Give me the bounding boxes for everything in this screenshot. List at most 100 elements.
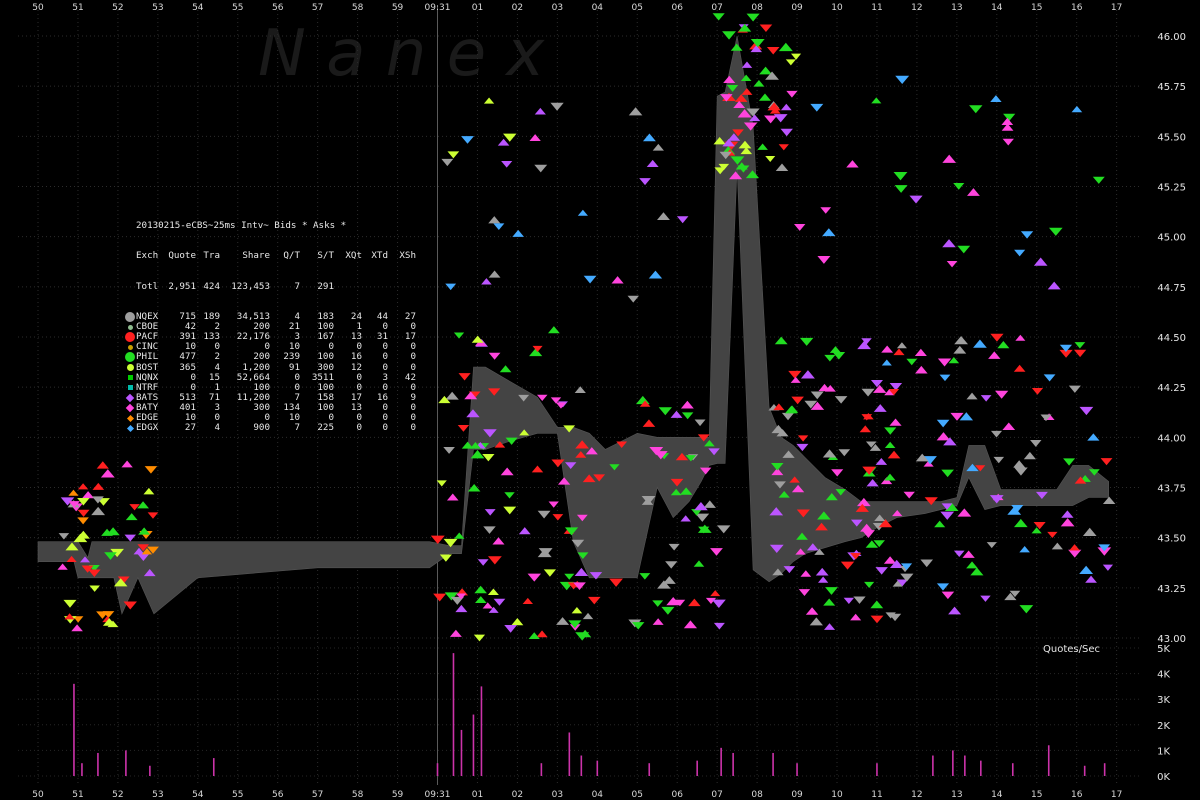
exchange-marker-icon	[124, 344, 136, 350]
bid-marker	[1071, 105, 1083, 113]
time-tick-label-top: 56	[272, 3, 284, 13]
time-tick-label-top: 09:31	[425, 3, 451, 13]
bid-marker	[57, 563, 68, 570]
bid-marker	[887, 450, 901, 459]
time-tick-label-top: 55	[232, 3, 243, 13]
quotes-per-sec-spike	[772, 752, 774, 776]
exchange-marker-icon	[124, 324, 136, 330]
bid-marker	[1015, 334, 1026, 341]
price-tick-label: 45.00	[1157, 233, 1186, 244]
bid-marker	[846, 160, 859, 168]
ask-marker	[937, 358, 952, 367]
time-tick-label-top: 15	[1031, 3, 1042, 13]
ask-marker	[843, 597, 855, 604]
bid-marker	[1069, 544, 1080, 551]
quotes-per-sec-spike	[580, 755, 583, 776]
ask-marker	[722, 31, 736, 40]
bid-marker	[1085, 575, 1097, 583]
bid-marker	[758, 93, 772, 101]
exchange-marker-icon	[124, 332, 136, 343]
quotes-per-sec-label: Quotes/Sec	[1043, 644, 1100, 655]
ask-marker	[798, 589, 811, 596]
legend-total-cell: Totl	[136, 280, 159, 292]
ask-marker	[552, 514, 564, 521]
legend-cell: 0	[410, 422, 416, 434]
time-tick-label-top: 58	[352, 3, 364, 13]
time-tick-label-bottom: 59	[392, 790, 404, 800]
quotes-per-sec-spike	[460, 729, 463, 776]
quotes-per-sec-spike	[1083, 765, 1086, 776]
legend-cell: 0	[356, 422, 362, 434]
quotes-per-sec-spike	[436, 763, 439, 776]
time-tick-label-top: 59	[392, 3, 404, 13]
quotes-per-sec-spike	[568, 732, 571, 776]
bid-marker	[1002, 422, 1016, 431]
bid-marker	[870, 600, 884, 609]
price-tick-label: 43.75	[1157, 484, 1186, 495]
legend-cell: EDGX	[136, 422, 159, 434]
legend-cell: 200	[253, 351, 270, 363]
quotes-per-sec-spike	[1103, 763, 1106, 776]
legend-row-edgx: EDGX 27 4 900 7 225 0 0 0	[124, 422, 416, 434]
bid-marker	[577, 209, 588, 216]
bid-marker	[948, 606, 962, 615]
bid-marker	[488, 216, 501, 224]
exchange-marker-icon	[124, 403, 136, 413]
ask-marker	[676, 216, 689, 224]
bid-marker	[100, 469, 115, 478]
bid-marker	[942, 239, 956, 248]
ask-marker	[1043, 374, 1056, 382]
ask-marker	[443, 446, 455, 454]
quotes-per-sec-spike	[952, 750, 954, 776]
time-tick-label-top: 08	[751, 3, 763, 13]
bid-marker	[857, 340, 871, 350]
time-tick-label-bottom: 07	[711, 790, 722, 800]
bid-marker	[703, 500, 716, 508]
bid-marker	[635, 395, 650, 405]
legend-column-header: Tra	[203, 250, 220, 262]
ask-marker	[504, 625, 518, 633]
bid-marker	[973, 339, 987, 348]
legend-row-edge: EDGE 10 0 0 10 0 0 0 0	[124, 412, 416, 423]
ask-marker	[786, 90, 798, 98]
bid-marker	[893, 348, 905, 356]
legend-column-header: Quote	[168, 250, 196, 262]
bid-marker	[1079, 565, 1094, 575]
ask-marker	[144, 466, 158, 474]
time-tick-label-top: 51	[72, 3, 83, 13]
ask-marker	[870, 380, 883, 388]
bid-marker	[884, 441, 896, 449]
ask-marker	[895, 75, 910, 85]
ask-marker	[941, 591, 955, 600]
ask-marker	[436, 480, 447, 487]
bid-marker	[757, 143, 768, 150]
bid-marker	[1019, 546, 1030, 553]
bid-marker	[500, 467, 514, 476]
bid-marker	[1051, 542, 1063, 550]
quotes-per-sec-spike	[212, 758, 215, 776]
ask-marker	[746, 13, 760, 22]
time-tick-label-bottom: 53	[152, 790, 163, 800]
time-tick-label-top: 16	[1071, 3, 1083, 13]
bid-marker	[582, 612, 594, 620]
legend-row-ntrf: NTRF 0 1 100 0 100 0 0 0	[124, 382, 416, 393]
legend-cell: 16	[350, 351, 362, 363]
bid-marker	[915, 365, 928, 374]
time-tick-label-top: 54	[192, 3, 204, 13]
legend-cell: 0	[410, 351, 416, 363]
ask-marker	[884, 427, 897, 435]
bid-marker	[823, 598, 836, 606]
bid-marker	[775, 163, 789, 172]
bid-marker	[809, 617, 823, 626]
bid-marker	[642, 133, 656, 142]
ask-marker	[796, 443, 809, 452]
bid-marker	[1087, 433, 1100, 441]
ask-marker	[785, 59, 796, 66]
ask-marker	[493, 223, 505, 230]
quotes-per-sec-spike	[1011, 763, 1014, 776]
bid-marker	[548, 326, 560, 334]
bid-marker	[499, 365, 512, 373]
ask-marker	[946, 261, 958, 268]
bid-marker	[143, 487, 155, 495]
bid-marker	[780, 103, 792, 111]
